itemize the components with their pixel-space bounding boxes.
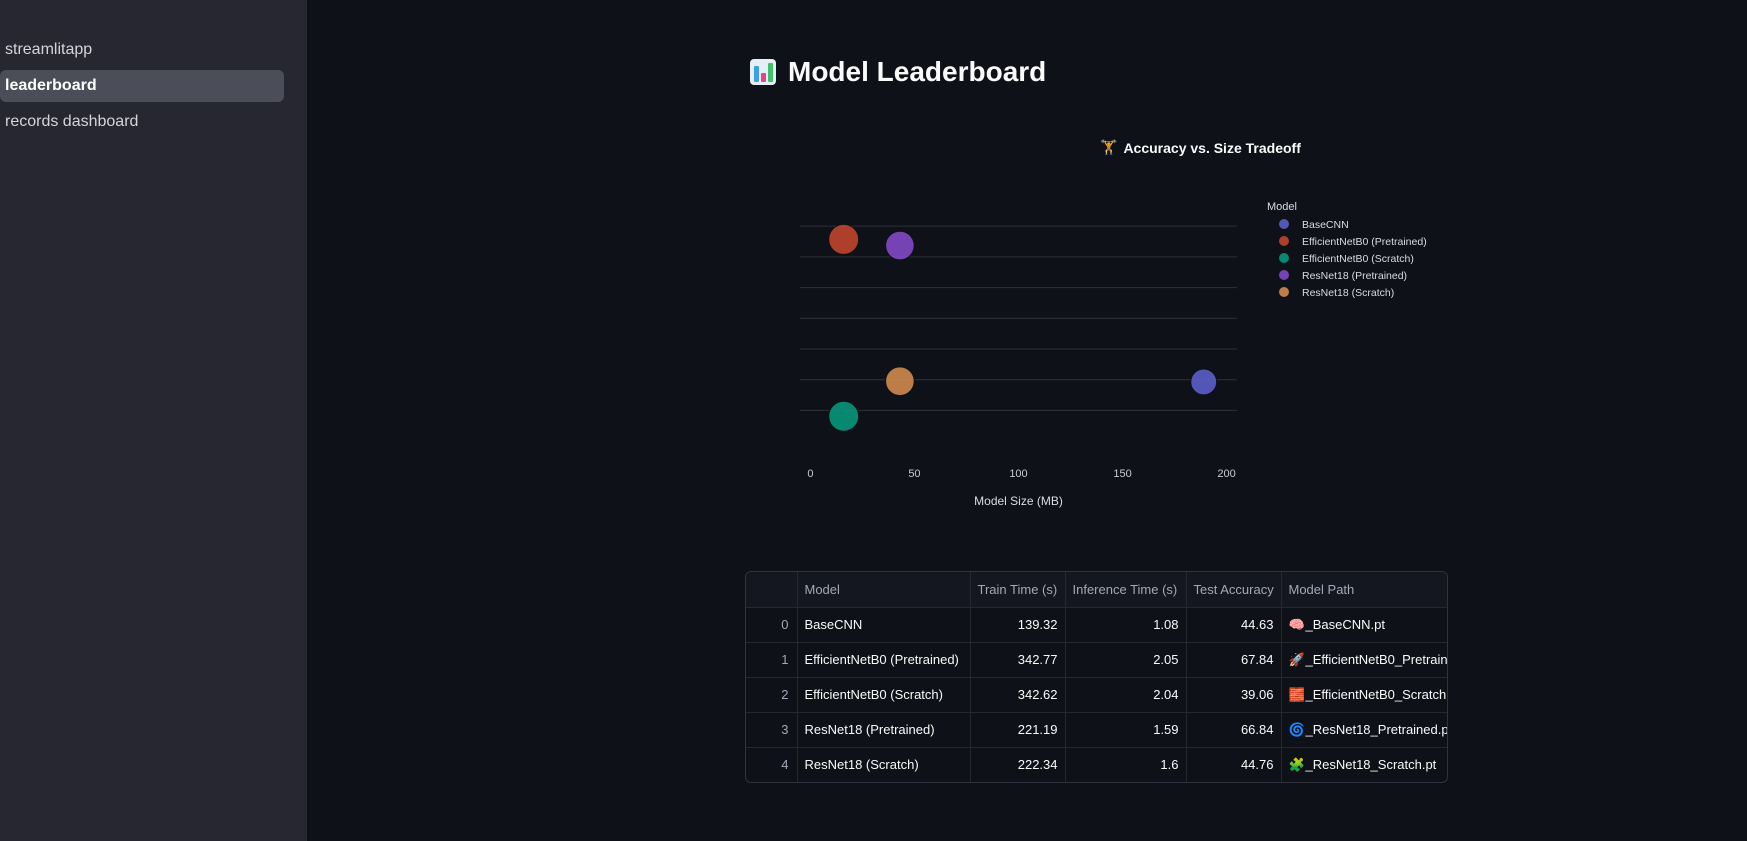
column-header-index[interactable]	[746, 572, 798, 608]
cell-model[interactable]: EfficientNetB0 (Pretrained)	[797, 642, 971, 678]
legend-item[interactable]: EfficientNetB0 (Pretrained)	[1302, 236, 1427, 248]
cell-index[interactable]: 1	[746, 642, 798, 678]
cell-index[interactable]: 4	[746, 747, 798, 782]
cell-test-accuracy[interactable]: 67.84	[1186, 642, 1282, 678]
chart-title: 🏋 Accuracy vs. Size Tradeoff	[1100, 139, 1301, 156]
model-path-text: _EfficientNetB0_Scratch.pt	[1305, 686, 1448, 702]
x-axis-label: Model Size (MB)	[974, 494, 1063, 508]
cell-train-time[interactable]: 222.34	[970, 747, 1066, 782]
cell-model-path[interactable]: 🌀_ResNet18_Pretrained.pt	[1281, 712, 1448, 748]
model-path-text: _BaseCNN.pt	[1305, 616, 1385, 632]
cell-test-accuracy[interactable]: 66.84	[1186, 712, 1282, 748]
cell-index[interactable]: 0	[746, 607, 798, 643]
bar-chart-icon	[750, 59, 776, 85]
model-path-text: _ResNet18_Pretrained.pt	[1305, 721, 1448, 737]
model-path-icon: 🚀	[1288, 651, 1305, 667]
model-path-text: _EfficientNetB0_Pretrained.pt	[1305, 651, 1448, 667]
model-path-icon: 🧠	[1288, 616, 1305, 632]
column-header-model-path[interactable]: Model Path	[1281, 572, 1447, 608]
model-path-icon: 🌀	[1288, 721, 1305, 737]
cell-test-accuracy[interactable]: 44.63	[1186, 607, 1282, 643]
x-tick-label: 150	[1113, 468, 1131, 480]
table-row[interactable]: 3 ResNet18 (Pretrained) 221.19 1.59 66.84 🌀_R…	[746, 712, 1448, 748]
legend-item[interactable]: EfficientNetB0 (Scratch)	[1302, 253, 1414, 265]
legend-item[interactable]: ResNet18 (Scratch)	[1302, 287, 1394, 299]
leaderboard-table[interactable]: Model Train Time (s) Inference Time (s) …	[745, 571, 1448, 783]
data-point[interactable]	[885, 230, 915, 261]
model-path-icon: 🧩	[1288, 756, 1305, 772]
data-point[interactable]	[828, 400, 860, 432]
cell-train-time[interactable]: 342.62	[970, 677, 1066, 713]
cell-test-accuracy[interactable]: 39.06	[1186, 677, 1282, 713]
x-tick-label: 0	[807, 468, 813, 480]
legend-item[interactable]: ResNet18 (Pretrained)	[1302, 270, 1407, 282]
cell-model[interactable]: EfficientNetB0 (Scratch)	[797, 677, 971, 713]
cell-inference-time[interactable]: 2.04	[1065, 677, 1187, 713]
cell-model-path[interactable]: 🧩_ResNet18_Scratch.pt	[1281, 747, 1447, 782]
column-header-model[interactable]: Model	[797, 572, 971, 608]
cell-train-time[interactable]: 139.32	[970, 607, 1066, 643]
x-tick-label: 50	[908, 468, 920, 480]
table-row[interactable]: 1 EfficientNetB0 (Pretrained) 342.77 2.05 67…	[746, 642, 1448, 678]
legend-marker[interactable]	[1279, 270, 1289, 280]
legend-title: Model	[1267, 201, 1297, 213]
cell-inference-time[interactable]: 1.59	[1065, 712, 1187, 748]
x-tick-label: 200	[1217, 468, 1235, 480]
cell-model[interactable]: ResNet18 (Pretrained)	[797, 712, 971, 748]
chart-title-text: Accuracy vs. Size Tradeoff	[1123, 139, 1301, 156]
cell-model-path[interactable]: 🧠_BaseCNN.pt	[1281, 607, 1447, 643]
model-path-icon: 🧱	[1288, 686, 1305, 702]
table-header-row: Model Train Time (s) Inference Time (s) …	[746, 572, 1447, 608]
legend-marker[interactable]	[1279, 253, 1289, 263]
cell-test-accuracy[interactable]: 44.76	[1186, 747, 1282, 782]
data-point[interactable]	[828, 223, 860, 255]
table-row[interactable]: 2 EfficientNetB0 (Scratch) 342.62 2.04 39.0…	[746, 677, 1448, 713]
weightlifter-icon: 🏋	[1100, 139, 1118, 155]
cell-index[interactable]: 2	[746, 677, 798, 713]
model-path-text: _ResNet18_Scratch.pt	[1305, 756, 1437, 772]
x-tick-label: 100	[1009, 468, 1027, 480]
legend-marker[interactable]	[1279, 236, 1289, 246]
cell-index[interactable]: 3	[746, 712, 798, 748]
column-header-inference-time[interactable]: Inference Time (s)	[1065, 572, 1187, 608]
data-point[interactable]	[885, 366, 915, 396]
cell-inference-time[interactable]: 1.08	[1065, 607, 1187, 643]
cell-model[interactable]: BaseCNN	[797, 607, 971, 643]
cell-inference-time[interactable]: 2.05	[1065, 642, 1187, 678]
table-row[interactable]: 0 BaseCNN 139.32 1.08 44.63 🧠_BaseCNN.pt	[746, 607, 1447, 643]
page-title-text: Model Leaderboard	[788, 56, 1047, 87]
scatter-chart[interactable]: 40455055606570050100150200Model Size (MB…	[800, 160, 1500, 560]
data-point[interactable]	[1190, 368, 1218, 396]
cell-inference-time[interactable]: 1.6	[1065, 747, 1187, 782]
cell-train-time[interactable]: 342.77	[970, 642, 1066, 678]
main-content: Model Leaderboard 🏋 Accuracy vs. Size Tr…	[0, 0, 1747, 841]
table-row[interactable]: 4 ResNet18 (Scratch) 222.34 1.6 44.76 🧩_ResNe…	[746, 747, 1447, 782]
page-title: Model Leaderboard	[750, 56, 1046, 88]
cell-model-path[interactable]: 🧱_EfficientNetB0_Scratch.pt	[1281, 677, 1448, 713]
legend-marker[interactable]	[1279, 219, 1289, 229]
column-header-test-accuracy[interactable]: Test Accuracy	[1186, 572, 1282, 608]
legend-item[interactable]: BaseCNN	[1302, 219, 1349, 231]
cell-model[interactable]: ResNet18 (Scratch)	[797, 747, 971, 782]
cell-train-time[interactable]: 221.19	[970, 712, 1066, 748]
column-header-train-time[interactable]: Train Time (s)	[970, 572, 1066, 608]
cell-model-path[interactable]: 🚀_EfficientNetB0_Pretrained.pt	[1281, 642, 1448, 678]
legend-marker[interactable]	[1279, 287, 1289, 297]
